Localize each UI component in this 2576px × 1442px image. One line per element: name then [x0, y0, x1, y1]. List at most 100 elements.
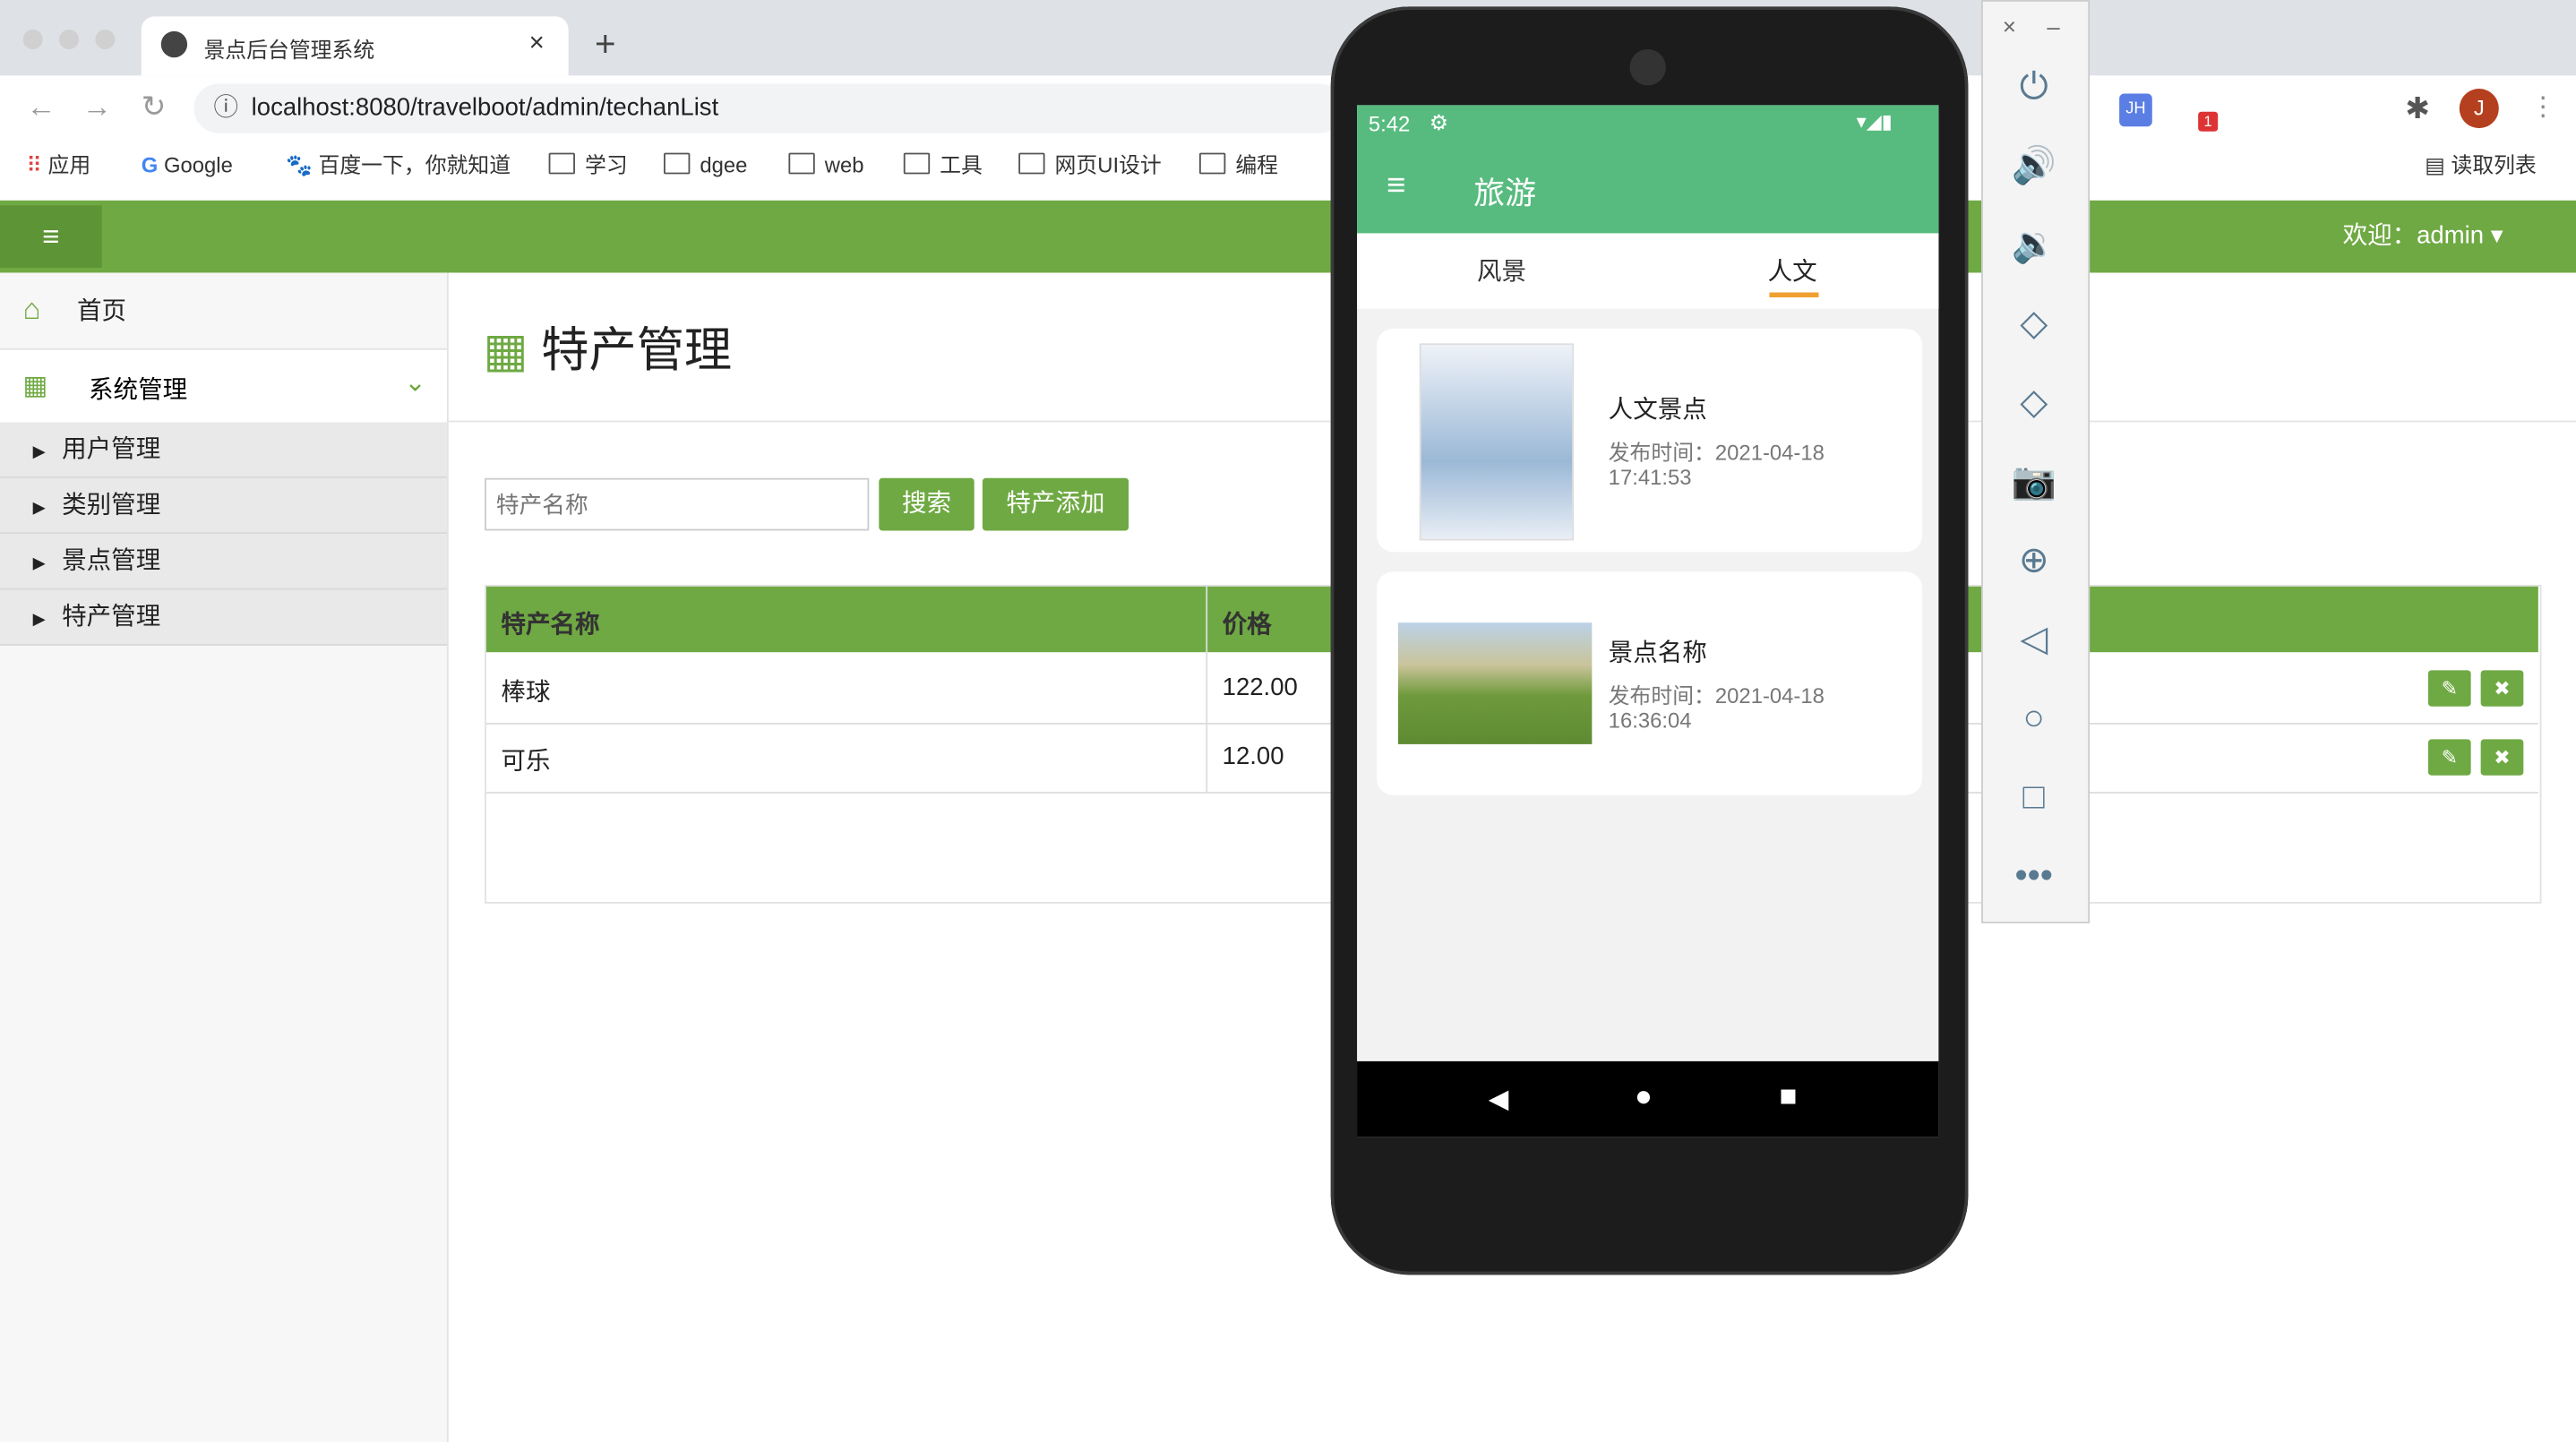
- tab-scenery[interactable]: 风景: [1477, 253, 1526, 288]
- zoom-icon[interactable]: ⊕: [2007, 534, 2060, 587]
- bookmark-folder[interactable]: web: [788, 144, 864, 187]
- bookmark-folder[interactable]: 网页UI设计: [1018, 144, 1162, 187]
- reading-list[interactable]: ▤ 读取列表: [2425, 144, 2537, 187]
- camera-icon[interactable]: 📷: [2007, 455, 2060, 508]
- google-icon: G: [141, 152, 159, 178]
- android-recents-icon[interactable]: ■: [1779, 1079, 1797, 1114]
- sidebar-item-home[interactable]: ⌂ 首页: [23, 292, 126, 327]
- folder-icon: [903, 152, 931, 175]
- status-time: 5:42: [1368, 111, 1411, 137]
- speaker-grill: [1629, 49, 1666, 86]
- globe-icon: [160, 30, 188, 58]
- table-cell: 12.00: [1222, 742, 1284, 771]
- card-date: 发布时间：2021-04-18: [1608, 683, 1825, 708]
- card-time: 16:36:04: [1608, 708, 1692, 734]
- card-time: 17:41:53: [1608, 465, 1692, 490]
- add-specialty-button[interactable]: 特产添加: [982, 477, 1129, 531]
- bookmark-apps[interactable]: ⠿ 应用: [26, 144, 90, 187]
- bookmark-folder[interactable]: 编程: [1198, 144, 1278, 187]
- sidebar-item-specialties[interactable]: ▶ 特产管理: [0, 589, 447, 646]
- reload-icon[interactable]: ↻: [142, 90, 167, 125]
- close-icon[interactable]: ×: [2003, 13, 2016, 39]
- user-menu[interactable]: 欢迎：admin ▾: [2343, 217, 2503, 252]
- tab-title: 景点后台管理系统: [203, 38, 375, 63]
- extension-jh-icon[interactable]: JH: [2119, 93, 2152, 127]
- browser-tab[interactable]: 景点后台管理系统 ×: [141, 16, 569, 76]
- app-title: 旅游: [1473, 177, 1537, 212]
- bookmark-google[interactable]: G Google: [142, 144, 233, 187]
- close-tab-icon[interactable]: ×: [529, 30, 545, 59]
- card-title: 人文景点: [1608, 396, 1707, 425]
- bookmark-folder[interactable]: 学习: [548, 144, 628, 187]
- minimize-window-button[interactable]: [59, 30, 80, 50]
- phone-tabs: [1357, 233, 1939, 309]
- active-tab-indicator: [1769, 292, 1819, 297]
- forward-icon[interactable]: →: [82, 90, 112, 125]
- home-icon[interactable]: ○: [2007, 691, 2060, 744]
- new-tab-button[interactable]: +: [595, 23, 616, 66]
- folder-icon: [788, 152, 815, 175]
- bookmark-folder[interactable]: dgee: [664, 144, 747, 187]
- table-cell: 可乐: [501, 747, 551, 776]
- hamburger-menu-icon[interactable]: ≡: [1387, 167, 1405, 205]
- table-cell: 122.00: [1222, 674, 1298, 702]
- page-title: ▦ 特产管理: [483, 325, 733, 378]
- column-header-price: 价格: [1222, 611, 1272, 639]
- apps-grid-icon: ⠿: [26, 152, 42, 178]
- delete-icon[interactable]: ✖: [2480, 739, 2524, 776]
- chevron-down-icon: ⌄: [404, 369, 426, 398]
- rotate-left-icon[interactable]: ◇: [2007, 297, 2060, 350]
- close-window-button[interactable]: [22, 30, 43, 50]
- minimize-icon[interactable]: –: [2047, 13, 2059, 39]
- search-input[interactable]: [485, 477, 870, 531]
- profile-avatar[interactable]: J: [2459, 89, 2499, 129]
- admin-top-nav: [0, 200, 2576, 273]
- search-button[interactable]: 搜索: [879, 477, 975, 531]
- grid-icon: ▦: [22, 373, 48, 401]
- wifi-signal-battery-icon: ▾◢▮: [1856, 109, 1893, 133]
- folder-icon: [1018, 152, 1045, 175]
- folder-icon: [664, 152, 691, 175]
- bookmark-folder[interactable]: 工具: [903, 144, 983, 187]
- url-bar[interactable]: ⓘ localhost:8080/travelboot/admin/techanL…: [193, 83, 1344, 133]
- info-icon: ⓘ: [213, 93, 238, 122]
- reading-list-icon: ▤: [2425, 152, 2445, 178]
- tab-culture[interactable]: 人文: [1768, 253, 1817, 288]
- card-date: 发布时间：2021-04-18: [1608, 440, 1825, 466]
- more-icon[interactable]: •••: [2007, 849, 2060, 902]
- scenery-image: [1397, 622, 1593, 744]
- extension-badge: 1: [2198, 111, 2219, 132]
- power-icon[interactable]: ⏻: [2007, 61, 2060, 114]
- browser-menu-icon[interactable]: ⋮: [2530, 90, 2556, 124]
- menu-toggle-button[interactable]: ≡: [0, 205, 102, 268]
- maximize-window-button[interactable]: [95, 30, 116, 50]
- baidu-icon: 🐾: [286, 152, 313, 178]
- url-text: localhost:8080/travelboot/admin/techanLi…: [251, 93, 719, 122]
- table-cell: 棒球: [501, 678, 551, 707]
- sidebar-item-users[interactable]: ▶ 用户管理: [0, 422, 447, 478]
- android-home-icon[interactable]: ●: [1635, 1079, 1653, 1114]
- settings-icon: ⚙: [1429, 109, 1449, 135]
- home-icon: ⌂: [22, 292, 41, 326]
- back-icon[interactable]: ←: [26, 90, 56, 125]
- folder-icon: [1198, 152, 1226, 175]
- table-icon: ▦: [483, 325, 528, 378]
- rotate-right-icon[interactable]: ◇: [2007, 376, 2060, 429]
- card-title: 景点名称: [1608, 639, 1707, 667]
- edit-icon[interactable]: ✎: [2427, 739, 2471, 776]
- volume-up-icon[interactable]: 🔊: [2007, 140, 2060, 193]
- column-header-name: 特产名称: [501, 611, 600, 639]
- sidebar-item-categories[interactable]: ▶ 类别管理: [0, 477, 447, 535]
- overview-icon[interactable]: □: [2007, 770, 2060, 823]
- delete-icon[interactable]: ✖: [2480, 670, 2524, 707]
- bookmark-baidu[interactable]: 🐾 百度一下，你就知道: [286, 144, 511, 187]
- sidebar-item-spots[interactable]: ▶ 景点管理: [0, 534, 447, 590]
- extensions-puzzle-icon[interactable]: ✱: [2405, 92, 2430, 127]
- folder-icon: [548, 152, 575, 175]
- back-icon[interactable]: ◁: [2007, 613, 2060, 665]
- edit-icon[interactable]: ✎: [2427, 670, 2471, 707]
- volume-down-icon[interactable]: 🔉: [2007, 219, 2060, 271]
- android-back-icon[interactable]: ◀: [1489, 1083, 1509, 1116]
- book-cover-image: [1419, 343, 1575, 541]
- sidebar-item-system[interactable]: ▦ 系统管理 ⌄: [0, 348, 447, 426]
